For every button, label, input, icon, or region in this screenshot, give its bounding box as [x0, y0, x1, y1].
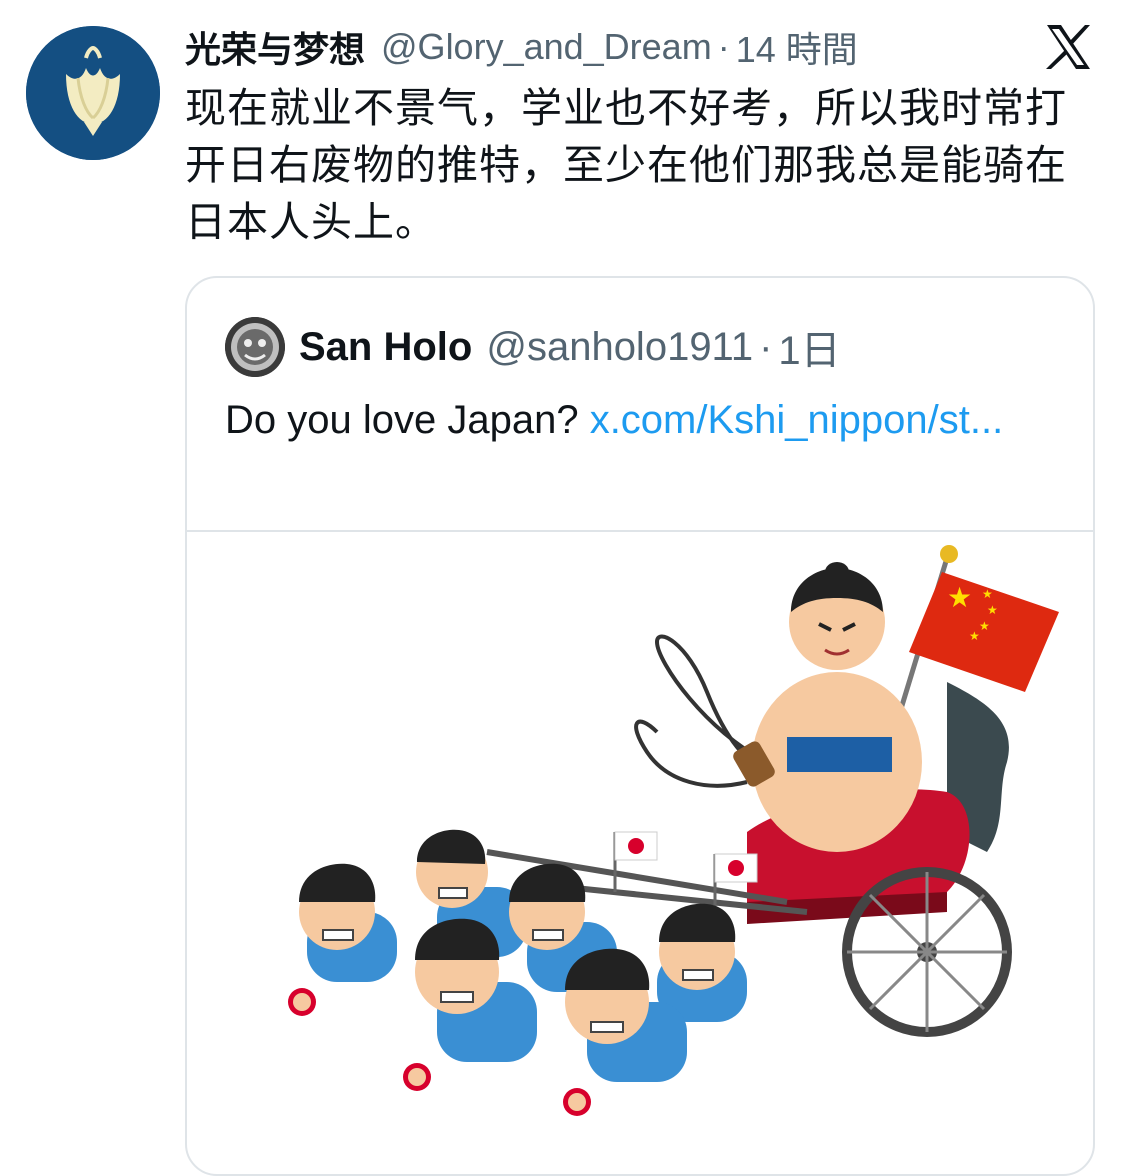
author-name[interactable]: 光荣与梦想 [185, 21, 365, 73]
header-separator: · [717, 26, 730, 67]
svg-text:★: ★ [982, 587, 993, 601]
author-handle[interactable]: @Glory_and_Dream [381, 26, 712, 68]
svg-text:★: ★ [947, 581, 972, 614]
author-avatar[interactable] [26, 26, 160, 160]
tulip-avatar-icon [26, 26, 160, 160]
quoted-author-handle[interactable]: @sanholo1911 [486, 325, 753, 370]
quoted-author-name[interactable]: San Holo [299, 325, 472, 370]
quoted-author-avatar[interactable] [225, 317, 285, 377]
crawling-men-group [288, 829, 747, 1116]
svg-text:★: ★ [979, 619, 990, 633]
svg-text:★: ★ [969, 629, 980, 643]
x-logo-icon[interactable] [1043, 22, 1093, 72]
tweet-text: 现在就业不景气，学业也不好考，所以我时常打开日右废物的推特，至少在他们那我总是能… [185, 85, 1067, 245]
quoted-media-image[interactable]: ★ ★ ★ ★ ★ [187, 532, 1093, 1174]
demon-mask-avatar-icon [225, 317, 285, 377]
quoted-tweet-header: San Holo @sanholo1911 · 1日 [225, 316, 841, 378]
quoted-tweet-body: Do you love Japan? [225, 398, 590, 442]
rickshaw-illustration: ★ ★ ★ ★ ★ [288, 545, 1059, 1116]
quoted-tweet-timestamp[interactable]: 1日 [778, 318, 840, 376]
tweet-header: 光荣与梦想 @Glory_and_Dream · 14 時間 [185, 22, 858, 72]
quoted-tweet-link[interactable]: x.com/Kshi_nippon/st... [590, 398, 1004, 442]
flag-finial [940, 545, 958, 563]
svg-text:★: ★ [987, 603, 998, 617]
quoted-tweet-card[interactable]: San Holo @sanholo1911 · 1日 Do you love J… [185, 276, 1095, 1176]
quoted-tweet-text: Do you love Japan? x.com/Kshi_nippon/st.… [225, 390, 1055, 450]
tweet-timestamp[interactable]: 14 時間 [736, 21, 858, 73]
quoted-header-separator: · [759, 324, 773, 369]
